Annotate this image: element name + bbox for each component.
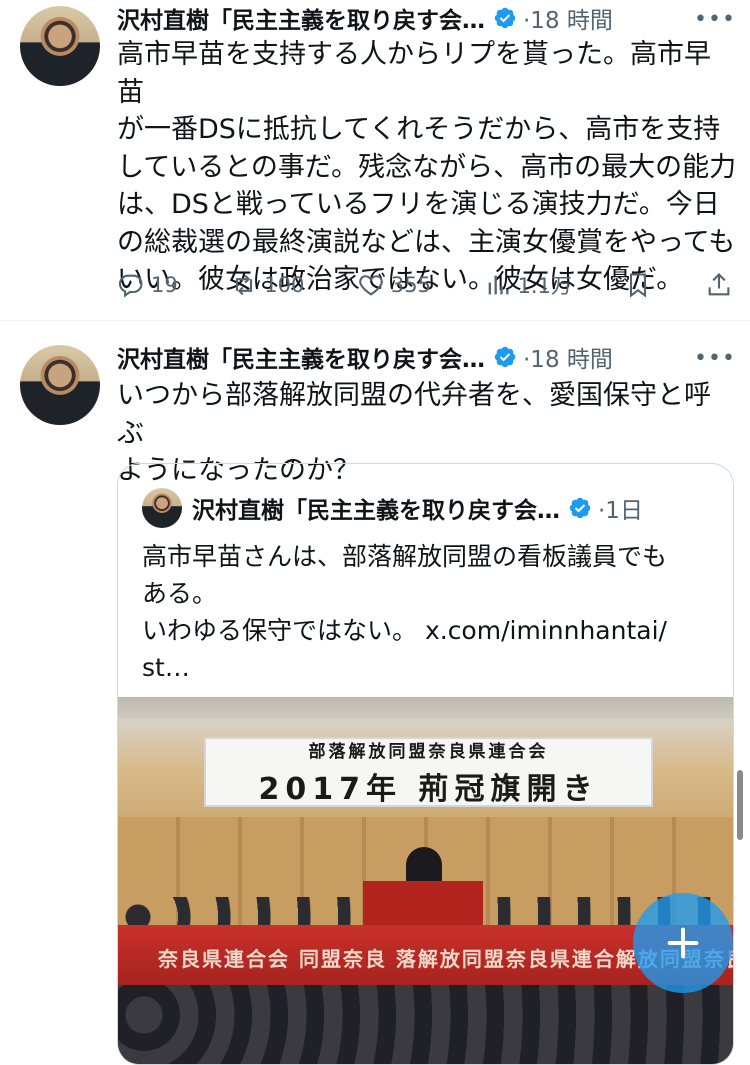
audience (118, 985, 733, 1064)
like-button[interactable]: 355 (357, 271, 431, 299)
retweet-icon (236, 274, 253, 296)
heart-icon (359, 275, 383, 296)
views-icon (488, 275, 509, 295)
reply-button[interactable]: 19 (117, 271, 178, 299)
author-avatar[interactable] (20, 345, 100, 425)
retweet-button[interactable]: 100 (230, 271, 304, 299)
tweet-time[interactable]: ·18 時間 (523, 1, 613, 35)
quoted-tweet-text: 高市早苗さんは、部落解放同盟の看板議員でも ある。 いわゆる保守ではない。 x.… (142, 542, 668, 682)
quoted-tweet-time[interactable]: ·1日 (598, 491, 643, 525)
quoted-tweet-photo[interactable]: 部落解放同盟奈良県連合会 2017年 荊冠旗開き 奈良県連合会 同盟奈良 落解放… (118, 697, 733, 1064)
views-count: 1.1万 (517, 274, 572, 298)
like-count: 355 (390, 273, 431, 297)
reply-count: 19 (151, 273, 178, 297)
tweet-text: 高市早苗を支持する人からリプを貰った。高市早苗 が一番DSに抵抗してくれそうだか… (117, 39, 737, 295)
author-avatar[interactable] (20, 6, 100, 86)
quoted-author-name[interactable]: 沢村直樹「民主主義を取り戻す会… (192, 491, 560, 525)
tweet-header: 沢村直樹「民主主義を取り戻す会… ·18 時間 (117, 339, 613, 375)
views-button[interactable]: 1.1万 (484, 270, 572, 300)
tweet-1[interactable]: 沢村直樹「民主主義を取り戻す会… ·18 時間 ••• 高市早苗を支持する人から… (0, 0, 750, 320)
quoted-tweet[interactable]: 沢村直樹「民主主義を取り戻す会… ·1日 高市早苗さんは、部落解放同盟の看板議員… (117, 463, 734, 1065)
share-button[interactable] (705, 271, 733, 299)
event-banner: 部落解放同盟奈良県連合会 2017年 荊冠旗開き (204, 737, 653, 807)
reply-icon (118, 274, 143, 298)
more-icon[interactable]: ••• (694, 4, 735, 34)
author-name[interactable]: 沢村直樹「民主主義を取り戻す会… (117, 340, 485, 374)
more-icon[interactable]: ••• (694, 343, 735, 373)
tweet-actions: 19 100 355 1.1万 (117, 268, 733, 302)
verified-badge-icon (568, 496, 592, 520)
verified-badge-icon (493, 345, 517, 369)
author-name[interactable]: 沢村直樹「民主主義を取り戻す会… (117, 1, 485, 35)
banner-line-1: 部落解放同盟奈良県連合会 (308, 741, 549, 762)
bookmark-button[interactable] (624, 271, 652, 299)
verified-badge-icon (493, 6, 517, 30)
ceiling (118, 697, 733, 719)
tweet-time[interactable]: ·18 時間 (523, 340, 613, 374)
quoted-tweet-header: 沢村直樹「民主主義を取り戻す会… ·1日 (192, 490, 643, 526)
quoted-author-avatar[interactable] (142, 488, 182, 528)
compose-button[interactable] (633, 893, 733, 993)
share-icon (708, 273, 730, 296)
scrollbar[interactable] (737, 770, 743, 840)
banner-line-2: 2017年 荊冠旗開き (258, 771, 599, 807)
compose-plus-icon (667, 927, 699, 959)
retweet-count: 100 (264, 273, 305, 297)
bookmark-icon (630, 273, 647, 298)
tweet-header: 沢村直樹「民主主義を取り戻す会… ·18 時間 (117, 0, 613, 36)
